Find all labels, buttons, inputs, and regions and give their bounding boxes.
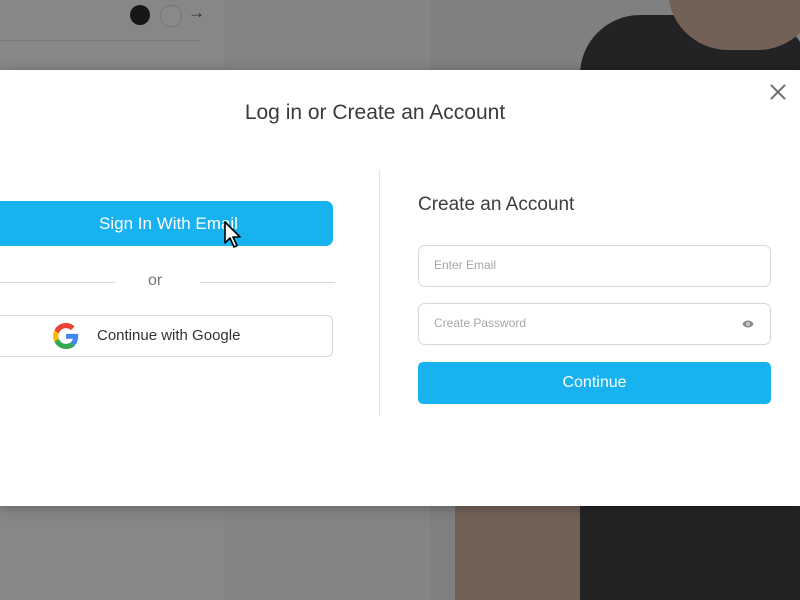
continue-with-google-button[interactable]: Continue with Google	[0, 315, 333, 357]
modal-title: Log in or Create an Account	[244, 101, 506, 124]
column-divider	[379, 170, 380, 416]
mouse-cursor-icon	[224, 221, 241, 248]
or-text: or	[148, 272, 163, 289]
or-separator: or	[0, 270, 335, 294]
login-modal: Log in or Create an Account Sign In With…	[0, 70, 800, 506]
continue-button[interactable]: Continue	[418, 362, 771, 404]
create-account-title: Create an Account	[418, 194, 575, 215]
sign-in-with-email-button[interactable]: Sign In With Email	[0, 201, 333, 246]
password-input[interactable]	[419, 304, 734, 342]
password-field[interactable]	[418, 303, 771, 345]
google-button-label: Continue with Google	[97, 327, 241, 344]
email-input[interactable]	[419, 246, 734, 284]
google-logo-icon	[53, 323, 79, 349]
close-icon[interactable]	[766, 80, 790, 104]
email-field[interactable]	[418, 245, 771, 287]
eye-icon[interactable]	[742, 319, 754, 329]
